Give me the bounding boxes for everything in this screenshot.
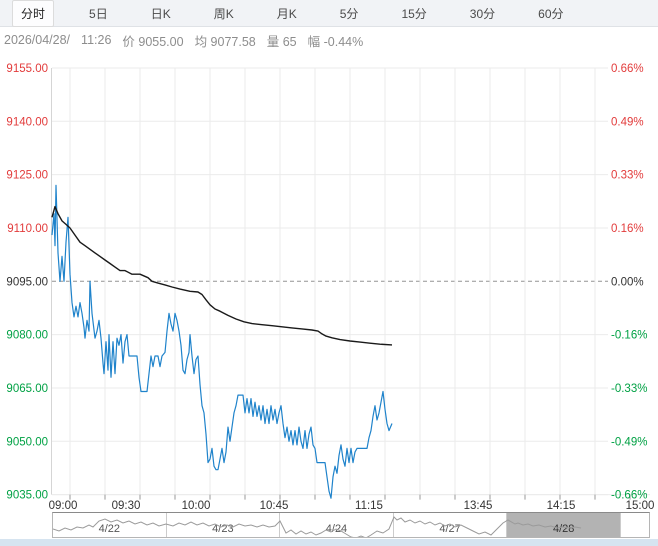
navigator-day-4/24[interactable]: 4/24 bbox=[280, 513, 394, 537]
period-tabbar: 分时 5日 日K 周K 月K 5分 15分 30分 60分 bbox=[0, 0, 658, 27]
navigator-day-label: 4/22 bbox=[98, 523, 120, 535]
avg-price-line bbox=[51, 205, 393, 346]
tab-30分[interactable]: 30分 bbox=[462, 1, 503, 26]
tab-60分[interactable]: 60分 bbox=[530, 1, 571, 26]
y-axis-label-left: 9080.00 bbox=[6, 330, 48, 342]
y-axis-label-right: 0.00% bbox=[611, 276, 644, 288]
y-axis-label-left: 9050.00 bbox=[6, 436, 48, 448]
y-axis-label-right: 0.66% bbox=[611, 63, 644, 75]
quote-time: 11:26 bbox=[81, 33, 112, 47]
navigator-day-label: 4/28 bbox=[552, 523, 575, 535]
y-axis-label-left: 9095.00 bbox=[6, 276, 48, 288]
tab-日K[interactable]: 日K bbox=[143, 1, 179, 26]
y-axis-label-right: 0.49% bbox=[611, 116, 644, 128]
tab-5分[interactable]: 5分 bbox=[332, 1, 367, 26]
horizontal-scrollbar-track[interactable] bbox=[0, 539, 658, 546]
navigator-day-4/27[interactable]: 4/27 bbox=[394, 513, 508, 537]
x-axis-label: 10:00 bbox=[182, 500, 211, 512]
x-axis-label: 09:30 bbox=[112, 500, 141, 512]
date-navigator[interactable]: 4/22 4/23 4/24 4/27 4/28 bbox=[52, 512, 650, 538]
intraday-plot-area[interactable]: 9155.00 9140.00 9125.00 9110.00 9095.00 9080.… bbox=[0, 54, 658, 512]
x-axis-label: 13:45 bbox=[464, 500, 493, 512]
y-axis-label-right: -0.33% bbox=[611, 383, 647, 395]
x-axis-label: 09:00 bbox=[49, 500, 78, 512]
quote-change-percent: 幅 -0.44% bbox=[307, 34, 364, 49]
x-axis-label: 14:15 bbox=[547, 500, 576, 512]
navigator-day-label: 4/23 bbox=[212, 523, 234, 535]
y-axis-label-left: 9125.00 bbox=[6, 170, 48, 182]
quote-date: 2026/04/28/ bbox=[4, 33, 71, 47]
tab-5日[interactable]: 5日 bbox=[81, 1, 116, 26]
y-axis-label-left: 9035.00 bbox=[6, 490, 48, 502]
tab-周K[interactable]: 周K bbox=[206, 1, 242, 26]
y-axis-label-right: -0.16% bbox=[611, 330, 647, 342]
y-axis-label-left: 9110.00 bbox=[7, 223, 48, 235]
intraday-chart-window: 分时 5日 日K 周K 月K 5分 15分 30分 60分 2026/04/28/ 11:26 … bbox=[0, 0, 658, 546]
navigator-empty-area bbox=[621, 513, 649, 537]
navigator-day-4/23[interactable]: 4/23 bbox=[167, 513, 281, 537]
gridlines bbox=[51, 67, 650, 500]
axis-labels: 9155.00 9140.00 9125.00 9110.00 9095.00 9080.… bbox=[6, 63, 654, 512]
x-axis-label: 11:15 bbox=[355, 500, 383, 512]
navigator-day-4/28[interactable]: 4/28 bbox=[507, 513, 621, 537]
y-axis-label-right: -0.49% bbox=[611, 436, 647, 448]
x-axis-label: 15:00 bbox=[626, 500, 655, 512]
tab-月K[interactable]: 月K bbox=[269, 1, 305, 26]
quote-price: 价 9055.00 bbox=[122, 34, 184, 49]
tab-分时[interactable]: 分时 bbox=[12, 0, 55, 27]
y-axis-label-right: 0.33% bbox=[611, 170, 644, 182]
navigator-day-label: 4/24 bbox=[325, 523, 348, 535]
price-series bbox=[51, 184, 393, 499]
quote-volume: 量 65 bbox=[266, 34, 297, 49]
quote-infobar: 2026/04/28/ 11:26 价 9055.00 均 9077.58 量 … bbox=[0, 28, 658, 52]
tab-15分[interactable]: 15分 bbox=[393, 1, 434, 26]
y-axis-label-left: 9155.00 bbox=[6, 63, 48, 75]
navigator-day-4/22[interactable]: 4/22 bbox=[53, 513, 167, 537]
navigator-day-label: 4/27 bbox=[439, 523, 461, 535]
y-axis-label-left: 9140.00 bbox=[6, 116, 48, 128]
quote-average: 均 9077.58 bbox=[194, 34, 256, 49]
y-axis-label-left: 9065.00 bbox=[6, 383, 48, 395]
x-axis-label: 10:45 bbox=[260, 500, 289, 512]
price-line bbox=[51, 184, 393, 499]
y-axis-label-right: 0.16% bbox=[611, 223, 644, 235]
